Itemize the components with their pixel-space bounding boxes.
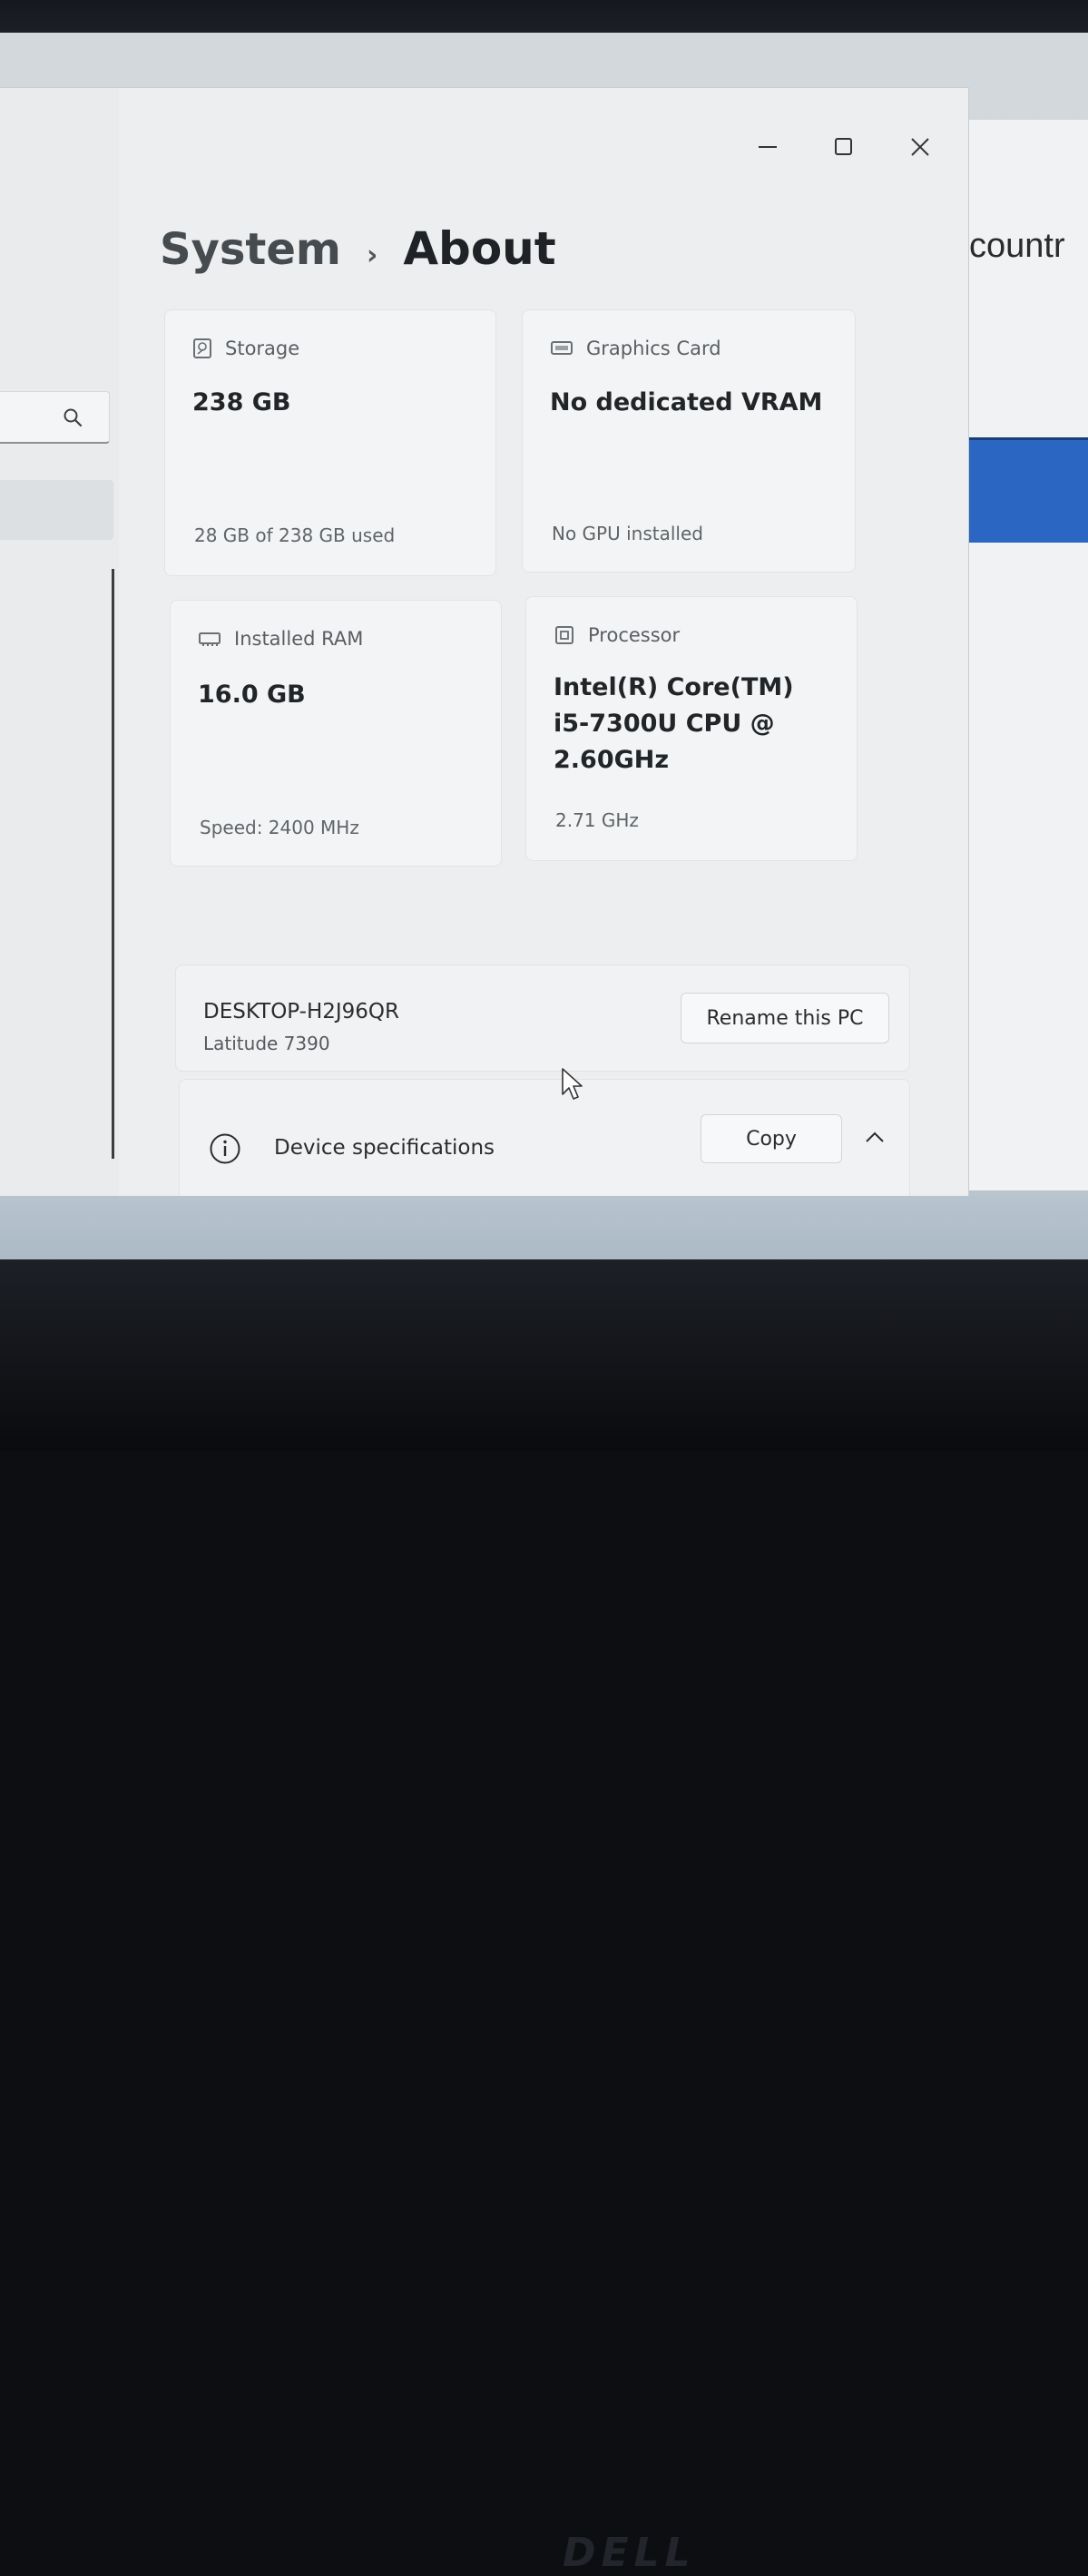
background-window: countr [962,120,1088,1190]
storage-label: Storage [225,338,300,359]
memory-module-icon [199,632,221,646]
ram-label: Installed RAM [234,628,364,650]
device-name: DESKTOP-H2J96QR [203,1000,400,1024]
device-specifications-row[interactable]: Device specifications Copy [179,1079,910,1206]
storage-value: 238 GB [192,388,291,416]
search-icon [64,408,83,427]
monitor-bezel-bottom: DELL [0,1259,1088,2576]
display-adapter-icon [551,341,573,355]
maximize-button[interactable] [821,124,867,170]
page-title: About [403,222,556,275]
graphics-detail: No GPU installed [552,523,703,544]
ram-card-header: Installed RAM [198,628,363,650]
processor-value-line3: 2.60GHz [554,746,670,774]
settings-window: System › About Storage 238 GB 28 GB of 2… [0,87,969,1206]
processor-value-line2: i5-7300U CPU @ [554,710,775,738]
storage-card: Storage 238 GB 28 GB of 238 GB used [164,309,496,576]
info-icon [210,1133,240,1164]
screen: countr System › About Storage 238 GB 28 … [0,33,1088,1259]
processor-card-header: Processor [554,624,680,646]
minimize-button[interactable] [745,124,790,170]
minimize-icon [759,146,777,148]
background-window-text: countr [969,227,1065,265]
monitor-bezel-top [0,0,1088,33]
processor-card: Processor Intel(R) Core(TM) i5-7300U CPU… [525,596,858,861]
chevron-right-icon: › [366,240,378,271]
storage-drive-icon [193,338,211,358]
dell-logo: DELL [563,2530,696,2576]
processor-detail: 2.71 GHz [555,809,639,831]
copy-button[interactable]: Copy [701,1114,842,1163]
processor-value-line1: Intel(R) Core(TM) [554,673,794,701]
device-model: Latitude 7390 [203,1033,330,1054]
storage-detail: 28 GB of 238 GB used [194,524,396,546]
nav-item-selected[interactable] [0,480,113,540]
breadcrumb-system[interactable]: System [160,224,341,275]
close-button[interactable] [897,124,943,170]
desktop-strip [0,1196,1088,1259]
mouse-cursor-icon [562,1068,583,1100]
graphics-value: No dedicated VRAM [550,388,823,416]
ram-detail: Speed: 2400 MHz [200,817,359,838]
maximize-icon [835,138,852,155]
rename-pc-button[interactable]: Rename this PC [681,993,889,1043]
graphics-card: Graphics Card No dedicated VRAM No GPU i… [522,309,856,573]
ram-card: Installed RAM 16.0 GB Speed: 2400 MHz [170,600,502,867]
storage-card-header: Storage [192,338,299,359]
window-controls [745,124,945,170]
navigation-pane [0,88,119,1202]
search-input[interactable] [0,391,110,444]
chevron-up-icon[interactable] [864,1129,886,1147]
ram-value: 16.0 GB [198,681,306,709]
processor-chip-icon [555,626,573,644]
graphics-card-header: Graphics Card [550,338,721,359]
close-icon [911,138,929,156]
graphics-label: Graphics Card [586,338,721,359]
device-specifications-label: Device specifications [274,1136,495,1160]
device-name-row: DESKTOP-H2J96QR Latitude 7390 Rename thi… [175,965,910,1072]
background-window-blue-bar [962,437,1088,543]
processor-label: Processor [588,624,681,646]
nav-scrollbar[interactable] [112,569,114,1159]
breadcrumb: System › About [160,222,556,275]
